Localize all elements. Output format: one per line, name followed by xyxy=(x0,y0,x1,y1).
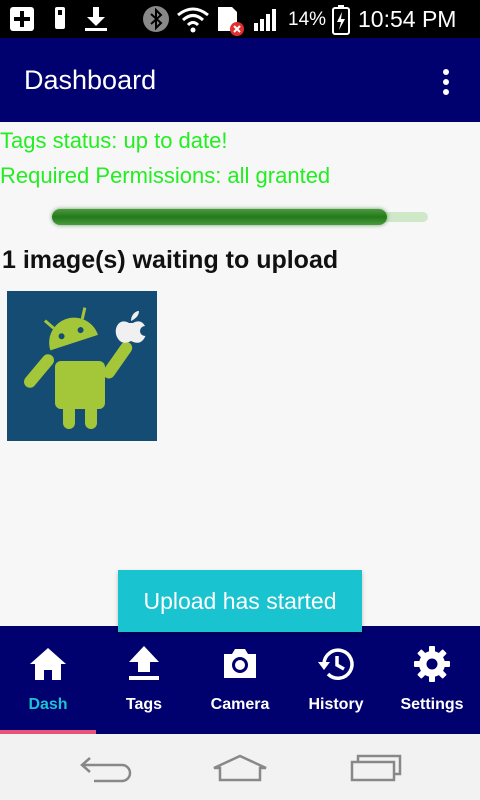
pending-image-thumbnail[interactable] xyxy=(7,291,157,441)
upload-progress-bar xyxy=(52,209,428,225)
toast-message: Upload has started xyxy=(143,587,337,614)
nav-item-settings[interactable]: Settings xyxy=(384,626,480,734)
upload-toast: Upload has started xyxy=(118,570,362,632)
sim-error-icon xyxy=(218,7,244,36)
bluetooth-icon xyxy=(143,6,169,32)
tags-status: Tags status: up to date! xyxy=(0,128,228,153)
nav-label: Dash xyxy=(28,696,68,713)
bottom-navigation: Dash Tags Camera History Settings xyxy=(0,626,480,734)
nav-item-tags[interactable]: Tags xyxy=(96,626,192,734)
app-bar: Dashboard xyxy=(0,38,480,122)
permissions-status: Required Permissions: all granted xyxy=(0,163,331,188)
nav-label: Camera xyxy=(210,696,270,713)
upload-queue-heading: 1 image(s) waiting to upload xyxy=(2,246,339,274)
upload-icon xyxy=(129,646,159,680)
history-icon xyxy=(318,648,354,680)
home-outline-icon[interactable] xyxy=(210,752,270,784)
back-icon[interactable] xyxy=(78,752,138,784)
dashboard-content: Tags status: up to date! Required Permis… xyxy=(0,122,480,626)
signal-icon xyxy=(254,9,276,31)
nav-label: Tags xyxy=(125,696,163,713)
download-icon xyxy=(85,7,107,31)
wifi-icon xyxy=(177,7,209,33)
recents-icon[interactable] xyxy=(346,752,406,784)
system-navigation-bar xyxy=(0,734,480,800)
add-box-icon xyxy=(10,7,34,31)
gear-icon xyxy=(414,646,450,682)
nav-item-dash[interactable]: Dash xyxy=(0,626,96,734)
battery-percent: 14% xyxy=(288,9,327,30)
camera-icon xyxy=(224,649,256,678)
clock: 10:54 PM xyxy=(358,6,457,32)
nav-label: Settings xyxy=(400,696,464,713)
android-eating-apple-image xyxy=(7,291,157,441)
page-title: Dashboard xyxy=(24,65,157,95)
nav-item-camera[interactable]: Camera xyxy=(192,626,288,734)
nav-label: History xyxy=(308,696,364,713)
battery-charging-icon xyxy=(332,5,350,35)
status-bar: 14% 10:54 PM xyxy=(0,0,480,38)
nav-item-history[interactable]: History xyxy=(288,626,384,734)
progress-fill xyxy=(52,209,387,225)
more-vert-icon[interactable] xyxy=(436,68,456,96)
usb-icon xyxy=(55,7,65,29)
home-icon xyxy=(30,648,66,680)
